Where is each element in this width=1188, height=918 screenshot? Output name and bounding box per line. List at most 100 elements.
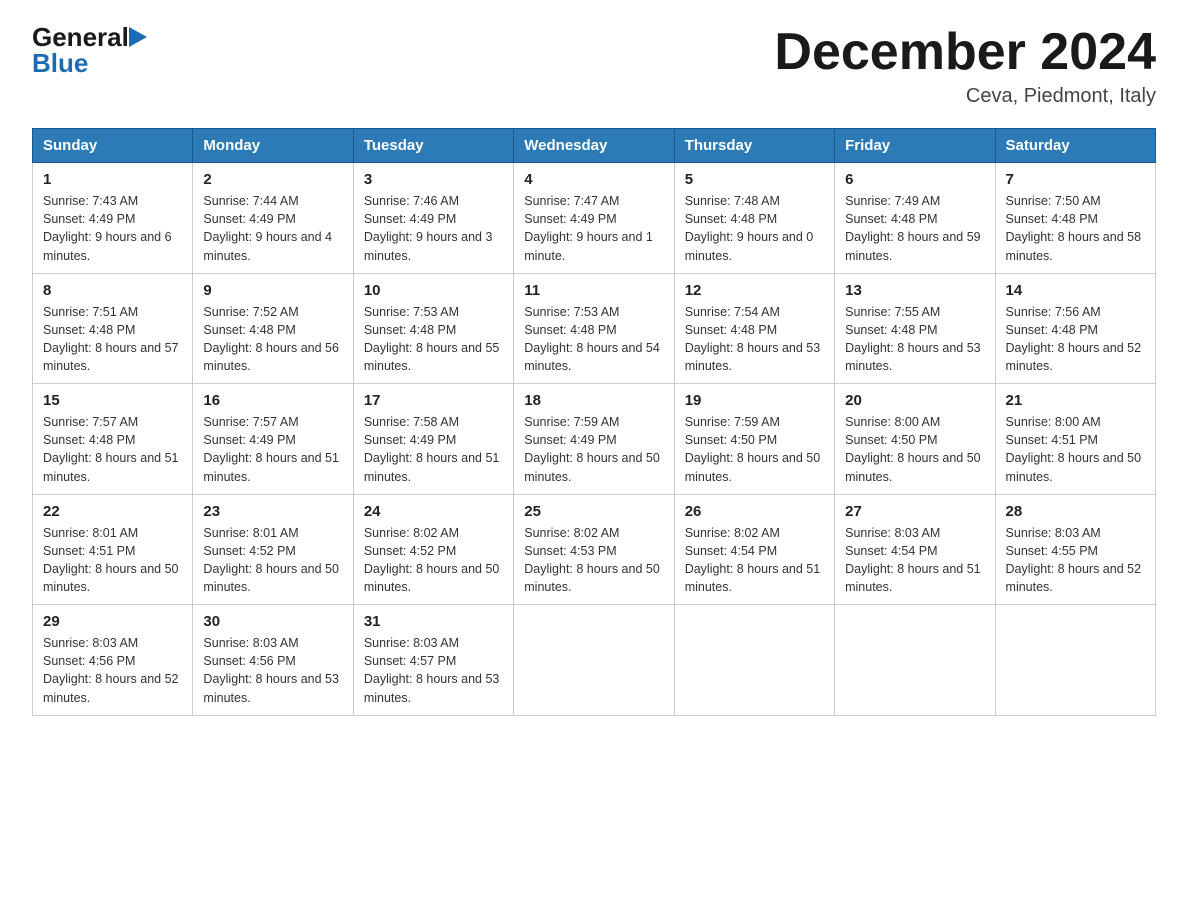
week-row-5: 29Sunrise: 8:03 AMSunset: 4:56 PMDayligh…	[33, 605, 1156, 716]
day-cell-8: 8 Sunrise: 7:51 AMSunset: 4:48 PMDaylight…	[33, 273, 193, 384]
day-number: 21	[1006, 392, 1145, 409]
day-cell-9: 9Sunrise: 7:52 AMSunset: 4:48 PMDaylight…	[193, 273, 353, 384]
day-cell-7: 7 Sunrise: 7:50 AMSunset: 4:48 PMDaylight…	[995, 163, 1155, 274]
day-info: Sunrise: 7:53 AMSunset: 4:48 PMDaylight:…	[524, 303, 663, 376]
day-cell-2: 2Sunrise: 7:44 AMSunset: 4:49 PMDaylight…	[193, 163, 353, 274]
day-number: 3	[364, 171, 503, 188]
day-cell-5: 5Sunrise: 7:48 AMSunset: 4:48 PMDaylight…	[674, 163, 834, 274]
day-info: Sunrise: 7:51 AMSunset: 4:48 PMDaylight:…	[43, 303, 182, 376]
day-cell-17: 17 Sunrise: 7:58 AMSunset: 4:49 PMDayligh…	[353, 384, 513, 495]
day-cell-27: 27 Sunrise: 8:03 AMSunset: 4:54 PMDayligh…	[835, 494, 995, 605]
page-header: General Blue December 2024 Ceva, Piedmon…	[32, 24, 1156, 108]
day-number: 8	[43, 282, 182, 299]
day-info: Sunrise: 7:59 AMSunset: 4:50 PMDaylight:…	[685, 413, 824, 486]
day-info: Sunrise: 8:03 AMSunset: 4:56 PMDaylight:…	[43, 634, 182, 707]
logo-general-text: General	[32, 24, 129, 50]
day-cell-1: 1Sunrise: 7:43 AMSunset: 4:49 PMDaylight…	[33, 163, 193, 274]
day-info: Sunrise: 7:49 AMSunset: 4:48 PMDaylight:…	[845, 192, 984, 265]
header-thursday: Thursday	[674, 129, 834, 163]
day-number: 10	[364, 282, 503, 299]
day-info: Sunrise: 7:59 AMSunset: 4:49 PMDaylight:…	[524, 413, 663, 486]
day-number: 17	[364, 392, 503, 409]
day-number: 20	[845, 392, 984, 409]
header-row: SundayMondayTuesdayWednesdayThursdayFrid…	[33, 129, 1156, 163]
day-info: Sunrise: 7:58 AMSunset: 4:49 PMDaylight:…	[364, 413, 503, 486]
calendar-header: SundayMondayTuesdayWednesdayThursdayFrid…	[33, 129, 1156, 163]
day-cell-28: 28Sunrise: 8:03 AMSunset: 4:55 PMDayligh…	[995, 494, 1155, 605]
day-cell-19: 19Sunrise: 7:59 AMSunset: 4:50 PMDayligh…	[674, 384, 834, 495]
day-cell-16: 16 Sunrise: 7:57 AMSunset: 4:49 PMDayligh…	[193, 384, 353, 495]
day-info: Sunrise: 8:00 AMSunset: 4:50 PMDaylight:…	[845, 413, 984, 486]
day-number: 14	[1006, 282, 1145, 299]
day-info: Sunrise: 7:46 AMSunset: 4:49 PMDaylight:…	[364, 192, 503, 265]
day-number: 13	[845, 282, 984, 299]
header-wednesday: Wednesday	[514, 129, 674, 163]
week-row-1: 1Sunrise: 7:43 AMSunset: 4:49 PMDaylight…	[33, 163, 1156, 274]
day-info: Sunrise: 7:50 AMSunset: 4:48 PMDaylight:…	[1006, 192, 1145, 265]
day-cell-29: 29Sunrise: 8:03 AMSunset: 4:56 PMDayligh…	[33, 605, 193, 716]
day-number: 1	[43, 171, 182, 188]
day-number: 31	[364, 613, 503, 630]
day-number: 18	[524, 392, 663, 409]
day-info: Sunrise: 7:57 AMSunset: 4:49 PMDaylight:…	[203, 413, 342, 486]
day-info: Sunrise: 8:03 AMSunset: 4:55 PMDaylight:…	[1006, 524, 1145, 597]
day-info: Sunrise: 8:02 AMSunset: 4:54 PMDaylight:…	[685, 524, 824, 597]
logo-blue-text: Blue	[32, 50, 88, 76]
day-cell-30: 30Sunrise: 8:03 AMSunset: 4:56 PMDayligh…	[193, 605, 353, 716]
day-cell-26: 26 Sunrise: 8:02 AMSunset: 4:54 PMDayligh…	[674, 494, 834, 605]
day-cell-15: 15Sunrise: 7:57 AMSunset: 4:48 PMDayligh…	[33, 384, 193, 495]
day-number: 5	[685, 171, 824, 188]
day-cell-31: 31 Sunrise: 8:03 AMSunset: 4:57 PMDayligh…	[353, 605, 513, 716]
day-info: Sunrise: 7:52 AMSunset: 4:48 PMDaylight:…	[203, 303, 342, 376]
title-area: December 2024 Ceva, Piedmont, Italy	[774, 24, 1156, 108]
day-number: 7	[1006, 171, 1145, 188]
day-info: Sunrise: 8:01 AMSunset: 4:51 PMDaylight:…	[43, 524, 182, 597]
day-number: 16	[203, 392, 342, 409]
day-info: Sunrise: 8:03 AMSunset: 4:54 PMDaylight:…	[845, 524, 984, 597]
header-sunday: Sunday	[33, 129, 193, 163]
day-cell-24: 24Sunrise: 8:02 AMSunset: 4:52 PMDayligh…	[353, 494, 513, 605]
day-number: 30	[203, 613, 342, 630]
day-info: Sunrise: 8:02 AMSunset: 4:52 PMDaylight:…	[364, 524, 503, 597]
day-cell-23: 23Sunrise: 8:01 AMSunset: 4:52 PMDayligh…	[193, 494, 353, 605]
day-info: Sunrise: 8:03 AMSunset: 4:57 PMDaylight:…	[364, 634, 503, 707]
day-info: Sunrise: 8:00 AMSunset: 4:51 PMDaylight:…	[1006, 413, 1145, 486]
day-info: Sunrise: 7:57 AMSunset: 4:48 PMDaylight:…	[43, 413, 182, 486]
day-number: 4	[524, 171, 663, 188]
day-cell-4: 4 Sunrise: 7:47 AMSunset: 4:49 PMDaylight…	[514, 163, 674, 274]
day-cell-12: 12Sunrise: 7:54 AMSunset: 4:48 PMDayligh…	[674, 273, 834, 384]
day-cell-6: 6Sunrise: 7:49 AMSunset: 4:48 PMDaylight…	[835, 163, 995, 274]
day-cell-20: 20 Sunrise: 8:00 AMSunset: 4:50 PMDayligh…	[835, 384, 995, 495]
header-friday: Friday	[835, 129, 995, 163]
day-number: 27	[845, 503, 984, 520]
day-cell-21: 21 Sunrise: 8:00 AMSunset: 4:51 PMDayligh…	[995, 384, 1155, 495]
week-row-3: 15Sunrise: 7:57 AMSunset: 4:48 PMDayligh…	[33, 384, 1156, 495]
day-cell-22: 22 Sunrise: 8:01 AMSunset: 4:51 PMDayligh…	[33, 494, 193, 605]
week-row-4: 22 Sunrise: 8:01 AMSunset: 4:51 PMDayligh…	[33, 494, 1156, 605]
empty-cell	[835, 605, 995, 716]
day-cell-13: 13 Sunrise: 7:55 AMSunset: 4:48 PMDayligh…	[835, 273, 995, 384]
day-info: Sunrise: 8:01 AMSunset: 4:52 PMDaylight:…	[203, 524, 342, 597]
empty-cell	[995, 605, 1155, 716]
day-number: 12	[685, 282, 824, 299]
day-cell-18: 18 Sunrise: 7:59 AMSunset: 4:49 PMDayligh…	[514, 384, 674, 495]
month-title: December 2024	[774, 24, 1156, 81]
day-cell-3: 3 Sunrise: 7:46 AMSunset: 4:49 PMDaylight…	[353, 163, 513, 274]
day-number: 26	[685, 503, 824, 520]
logo-arrow-icon	[129, 27, 147, 47]
empty-cell	[674, 605, 834, 716]
day-info: Sunrise: 7:53 AMSunset: 4:48 PMDaylight:…	[364, 303, 503, 376]
day-number: 22	[43, 503, 182, 520]
day-cell-25: 25Sunrise: 8:02 AMSunset: 4:53 PMDayligh…	[514, 494, 674, 605]
header-monday: Monday	[193, 129, 353, 163]
day-info: Sunrise: 7:55 AMSunset: 4:48 PMDaylight:…	[845, 303, 984, 376]
day-number: 2	[203, 171, 342, 188]
empty-cell	[514, 605, 674, 716]
day-cell-14: 14 Sunrise: 7:56 AMSunset: 4:48 PMDayligh…	[995, 273, 1155, 384]
calendar-table: SundayMondayTuesdayWednesdayThursdayFrid…	[32, 128, 1156, 716]
day-info: Sunrise: 7:56 AMSunset: 4:48 PMDaylight:…	[1006, 303, 1145, 376]
week-row-2: 8 Sunrise: 7:51 AMSunset: 4:48 PMDaylight…	[33, 273, 1156, 384]
day-cell-10: 10 Sunrise: 7:53 AMSunset: 4:48 PMDayligh…	[353, 273, 513, 384]
day-info: Sunrise: 7:47 AMSunset: 4:49 PMDaylight:…	[524, 192, 663, 265]
day-info: Sunrise: 8:02 AMSunset: 4:53 PMDaylight:…	[524, 524, 663, 597]
